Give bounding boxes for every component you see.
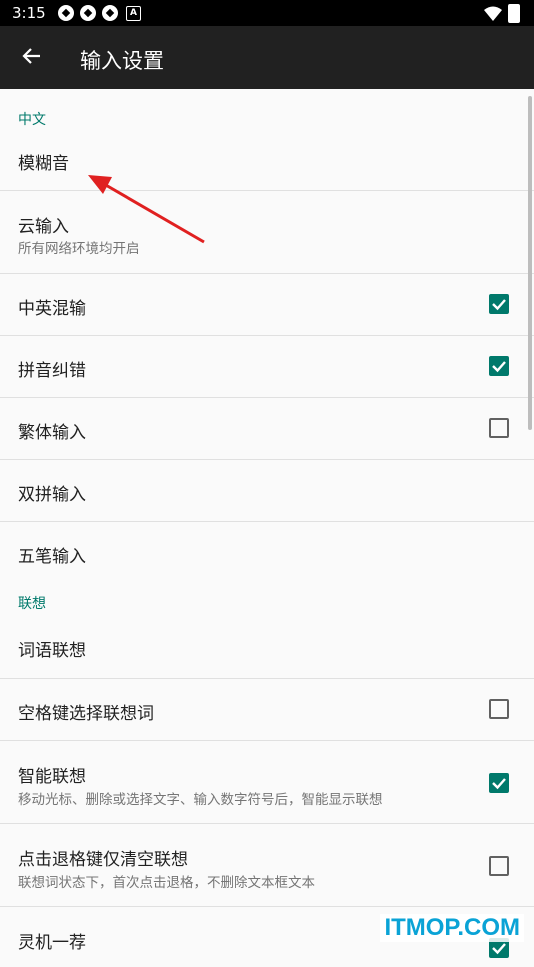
pref-title: 繁体输入	[18, 418, 86, 443]
pref-title: 模糊音	[18, 149, 69, 174]
pref-wubi-input[interactable]: 五笔输入	[0, 522, 534, 583]
a-badge-icon: A	[126, 6, 141, 21]
pref-space-select[interactable]: 空格键选择联想词	[0, 679, 534, 741]
check-icon	[489, 356, 509, 376]
category-chinese: 中文	[0, 89, 534, 132]
pref-shuangpin-input[interactable]: 双拼输入	[0, 460, 534, 522]
pref-title: 智能联想	[18, 762, 86, 787]
app-bar: 输入设置	[0, 26, 534, 89]
category-header: 联想	[18, 593, 46, 613]
pref-fuzzy-sound[interactable]: 模糊音	[0, 132, 534, 191]
back-button[interactable]	[14, 38, 50, 74]
notification-icons: A	[58, 5, 141, 21]
pref-summary: 联想词状态下，首次点击退格，不删除文本框文本	[18, 871, 315, 891]
checkbox-traditional[interactable]	[489, 418, 509, 438]
app-notification-icon	[58, 5, 74, 21]
pref-pinyin-correction[interactable]: 拼音纠错	[0, 336, 534, 398]
pref-title: 灵机一荐	[18, 928, 86, 953]
page-title: 输入设置	[80, 45, 164, 75]
status-bar: 3:15 A	[0, 0, 534, 26]
pref-title: 云输入	[18, 212, 69, 237]
pref-title: 空格键选择联想词	[18, 699, 154, 724]
pref-title: 中英混输	[18, 294, 86, 319]
checkbox-space-select[interactable]	[489, 699, 509, 719]
scrollbar[interactable]	[528, 96, 532, 430]
app-notification-icon	[80, 5, 96, 21]
status-time: 3:15	[12, 4, 46, 22]
pref-cloud-input[interactable]: 云输入 所有网络环境均开启	[0, 191, 534, 274]
checkbox-correction[interactable]	[489, 356, 509, 376]
pref-backspace-clear[interactable]: 点击退格键仅清空联想 联想词状态下，首次点击退格，不删除文本框文本	[0, 824, 534, 907]
pref-mixed-input[interactable]: 中英混输	[0, 274, 534, 336]
pref-title: 拼音纠错	[18, 356, 86, 381]
checkbox-mixed[interactable]	[489, 294, 509, 314]
app-notification-icon	[102, 5, 118, 21]
pref-title: 五笔输入	[18, 542, 86, 567]
check-icon	[489, 294, 509, 314]
arrow-back-icon	[22, 46, 42, 66]
pref-title: 双拼输入	[18, 480, 86, 505]
settings-list[interactable]: 中文 模糊音 云输入 所有网络环境均开启 中英混输 拼音纠错 繁体输入 双拼输入…	[0, 89, 534, 967]
pref-title: 点击退格键仅清空联想	[18, 845, 188, 870]
battery-icon	[508, 4, 520, 23]
pref-summary: 移动光标、删除或选择文字、输入数字符号后，智能显示联想	[18, 788, 383, 808]
check-icon	[489, 773, 509, 793]
pref-word-association[interactable]: 词语联想	[0, 616, 534, 679]
pref-smart-association[interactable]: 智能联想 移动光标、删除或选择文字、输入数字符号后，智能显示联想	[0, 741, 534, 824]
pref-traditional-input[interactable]: 繁体输入	[0, 398, 534, 460]
pref-summary: 所有网络环境均开启	[18, 237, 140, 257]
system-icons	[484, 4, 520, 23]
watermark: ITMOP.COM	[380, 914, 524, 942]
checkbox-backspace[interactable]	[489, 856, 509, 876]
category-association: 联想	[0, 583, 534, 616]
category-header: 中文	[18, 109, 46, 129]
wifi-icon	[484, 6, 502, 22]
checkbox-smart[interactable]	[489, 773, 509, 793]
pref-title: 词语联想	[18, 636, 86, 661]
